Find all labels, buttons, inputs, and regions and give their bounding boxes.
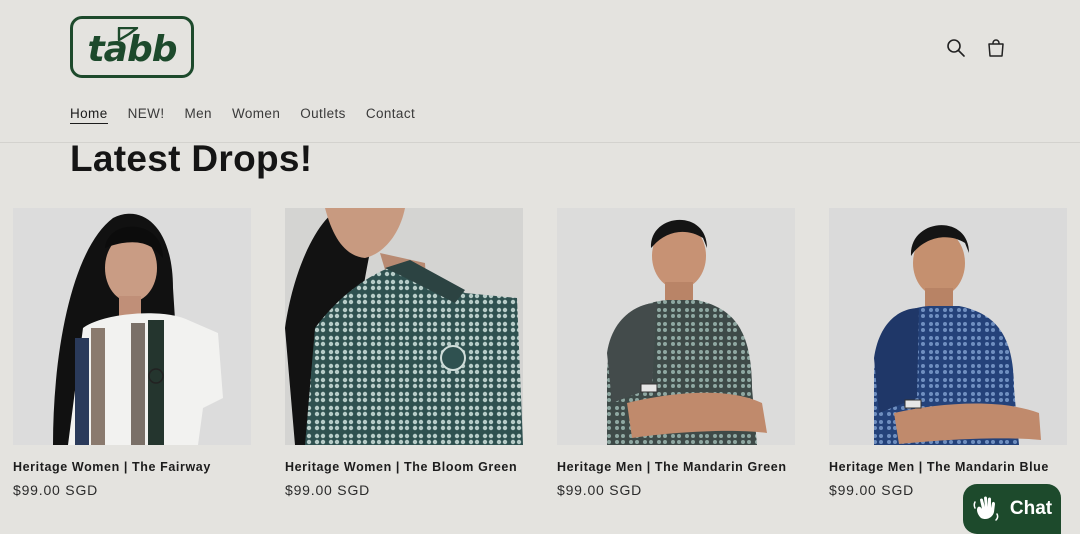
nav-men[interactable]: Men bbox=[184, 106, 211, 124]
product-card[interactable]: Heritage Women | The Bloom Green $99.00 … bbox=[285, 208, 523, 498]
nav-new[interactable]: NEW! bbox=[128, 106, 165, 124]
product-price: $99.00 SGD bbox=[13, 482, 99, 498]
cart-button[interactable] bbox=[985, 37, 1007, 59]
nav-home[interactable]: Home bbox=[70, 106, 108, 124]
flag-icon bbox=[117, 27, 139, 41]
product-card[interactable]: Heritage Men | The Mandarin Blue $99.00 … bbox=[829, 208, 1067, 498]
nav-women[interactable]: Women bbox=[232, 106, 280, 124]
product-title[interactable]: Heritage Men | The Mandarin Blue bbox=[829, 459, 1067, 475]
product-price: $99.00 SGD bbox=[285, 482, 371, 498]
product-image[interactable] bbox=[13, 208, 251, 445]
product-price: $99.00 SGD bbox=[557, 482, 643, 498]
section-title: Latest Drops! bbox=[70, 138, 313, 179]
search-button[interactable] bbox=[945, 37, 967, 59]
cart-icon bbox=[988, 39, 1004, 57]
nav-outlets[interactable]: Outlets bbox=[300, 106, 346, 124]
product-image[interactable] bbox=[285, 208, 523, 445]
main-nav: Home NEW! Men Women Outlets Contact bbox=[70, 106, 415, 124]
product-card[interactable]: Heritage Women | The Fairway $99.00 SGD bbox=[13, 208, 251, 498]
product-image[interactable] bbox=[829, 208, 1067, 445]
product-title[interactable]: Heritage Women | The Fairway bbox=[13, 459, 251, 475]
nav-contact[interactable]: Contact bbox=[366, 106, 415, 124]
brand-logo[interactable]: tabb bbox=[70, 16, 194, 78]
header-actions bbox=[945, 37, 1007, 59]
waving-hand-icon bbox=[973, 496, 999, 521]
product-image[interactable] bbox=[557, 208, 795, 445]
chat-label: Chat bbox=[1009, 498, 1053, 519]
product-title[interactable]: Heritage Men | The Mandarin Green bbox=[557, 459, 795, 475]
product-card[interactable]: Heritage Men | The Mandarin Green $99.00… bbox=[557, 208, 795, 498]
chat-button[interactable]: Chat bbox=[963, 484, 1061, 534]
search-icon bbox=[947, 39, 965, 57]
product-title[interactable]: Heritage Women | The Bloom Green bbox=[285, 459, 523, 475]
product-grid: Heritage Women | The Fairway $99.00 SGD bbox=[13, 208, 1067, 498]
